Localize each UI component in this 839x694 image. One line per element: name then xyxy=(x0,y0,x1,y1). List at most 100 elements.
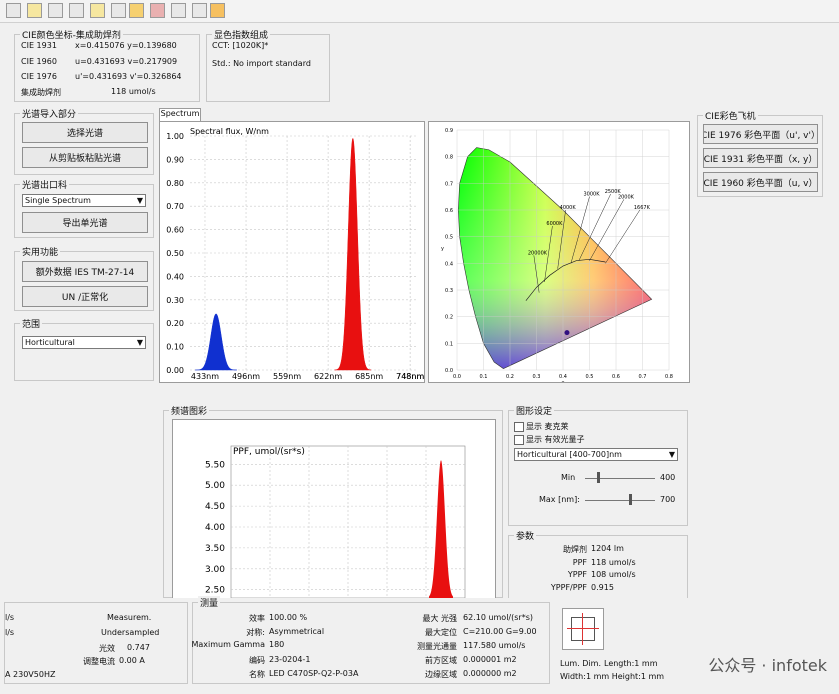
cct-label: 4000K xyxy=(560,205,577,211)
x-tick-label: 0.7 xyxy=(639,374,647,380)
current-label: 调整电流 xyxy=(83,657,115,666)
x-tick-label: 0.2 xyxy=(506,374,514,380)
range-select[interactable]: Horticultural ▼ xyxy=(22,336,146,349)
y-tick-label: 0.50 xyxy=(166,249,184,258)
flux-value: 118 umol/s xyxy=(111,87,156,96)
show-mcree-checkbox[interactable] xyxy=(514,422,524,432)
param-value: 1204 lm xyxy=(591,544,624,553)
max-label: Max [nm]: xyxy=(539,495,580,504)
cct-label: 20000K xyxy=(528,250,548,256)
min-label: Min xyxy=(561,473,576,482)
unit-label: l/s xyxy=(5,613,15,622)
save-icon[interactable] xyxy=(111,3,126,18)
image-icon[interactable] xyxy=(171,3,186,18)
cct-value: CCT: [1020K]* xyxy=(212,41,269,50)
param-label: PPF xyxy=(572,558,587,567)
y-tick-label: 0.00 xyxy=(166,366,184,375)
cie1976-plane-button[interactable]: CIE 1976 彩色平面（u', v'） xyxy=(703,124,818,144)
cie1960-plane-button[interactable]: CIE 1960 彩色平面（u, v） xyxy=(703,172,818,192)
paste-icon[interactable] xyxy=(210,3,225,18)
measure-label: 编码 xyxy=(249,656,265,665)
param-value: 108 umol/s xyxy=(591,570,636,579)
y-tick-label: 5.50 xyxy=(205,460,225,470)
color-index-group: 显色指数组成 CCT: [1020K]* Std.: No import sta… xyxy=(206,28,330,102)
chevron-down-icon: ▼ xyxy=(136,338,143,347)
x-tick-label: 748nm xyxy=(396,372,424,381)
y-tick-label: 0.40 xyxy=(166,272,184,281)
spectrum-peak xyxy=(334,137,372,371)
y-tick-label: 0.60 xyxy=(166,226,184,235)
measure-label: 边缘区域 xyxy=(425,670,457,679)
max-slider-thumb[interactable] xyxy=(629,494,632,505)
chart-icon[interactable] xyxy=(27,3,42,18)
y-tick-label: 2.50 xyxy=(205,586,225,596)
cie1931-plane-button[interactable]: CIE 1931 彩色平面（x, y） xyxy=(703,148,818,168)
cie-chart-svg: 0.0 0.1 0.2 0.3 0.4 0.5 0.6 0.7 0.8 0.0 0.1 0.2 0.3 0… xyxy=(441,128,673,386)
camera-icon[interactable] xyxy=(150,3,165,18)
document-icon[interactable] xyxy=(69,3,84,18)
x-axis-label: x xyxy=(562,380,565,382)
tab-spectrum[interactable]: Spectrum xyxy=(159,108,201,121)
range-title: 范围 xyxy=(20,317,43,330)
chart-title: PPF, umol/(sr*s) xyxy=(233,447,305,457)
x-tick-label: 0.8 xyxy=(665,374,673,380)
unit-label: l/s xyxy=(5,628,15,637)
cie-plane-title: CIE彩色飞机 xyxy=(703,109,758,122)
pf-label: 光效 xyxy=(99,644,115,653)
select-spectrum-button[interactable]: 选择光谱 xyxy=(22,122,148,143)
utility-group: 实用功能 额外数据 IES TM-27-14 UN /正常化 xyxy=(14,245,154,311)
param-label: YPPF xyxy=(567,570,587,579)
chevron-down-icon: ▼ xyxy=(136,196,143,205)
measure-title: 测量 xyxy=(198,596,221,609)
y-tick-label: 0.10 xyxy=(166,343,184,352)
wavelength-range-select[interactable]: Horticultural [400-700]nm ▼ xyxy=(514,448,678,461)
flux-label: 集成助焊剂 xyxy=(21,88,61,97)
measure-value: 62.10 umol/(sr*s) xyxy=(463,613,533,622)
paste-spectrum-button[interactable]: 从剪贴板粘贴光谱 xyxy=(22,147,148,168)
y-tick-label: 0.20 xyxy=(166,319,184,328)
spectrum-export-group: 光谱出口科 Single Spectrum ▼ 导出单光谱 xyxy=(14,178,154,238)
calculator-icon[interactable] xyxy=(192,3,207,18)
y-tick-label: 0.30 xyxy=(166,296,184,305)
y-tick-label: 3.00 xyxy=(205,565,225,575)
export-mode-select[interactable]: Single Spectrum ▼ xyxy=(22,194,146,207)
y-tick-label: 0.2 xyxy=(445,315,453,321)
y-tick-label: 0.90 xyxy=(166,155,184,164)
graph-settings-title: 图形设定 xyxy=(514,404,555,417)
measure-label: Maximum Gamma xyxy=(191,640,265,649)
color-index-title: 显色指数组成 xyxy=(212,28,271,41)
x-tick-label: 0.5 xyxy=(586,374,594,380)
x-tick-label: 0.1 xyxy=(480,374,488,380)
warning-icon[interactable] xyxy=(129,3,144,18)
normalize-button[interactable]: UN /正常化 xyxy=(22,286,148,307)
measure-label: 名称 xyxy=(249,670,265,679)
max-value: 700 xyxy=(660,495,676,504)
edit-icon[interactable] xyxy=(90,3,105,18)
export-spectrum-button[interactable]: 导出单光谱 xyxy=(22,212,148,233)
measure-value: 117.580 umol/s xyxy=(463,641,526,650)
cie1960-label: CIE 1960 xyxy=(21,57,57,66)
params-group: 参数 助焊剂 1204 lm PPF 118 umol/s YPPF 108 u… xyxy=(508,529,688,598)
y-tick-label: 5.00 xyxy=(205,481,225,491)
spectrum-chart-svg: 1.00 0.90 0.80 0.70 0.60 0.50 0.40 0.30 0.20 0.10… xyxy=(166,127,424,381)
cie1976-label: CIE 1976 xyxy=(21,72,57,81)
min-slider[interactable] xyxy=(585,478,655,479)
lum-dim-label: Lum. Dim. xyxy=(560,659,601,668)
pf-value: 0.747 xyxy=(127,643,150,652)
lum-dim-panel: Lum. Dim. Length:1 mm Width:1 mm Height:… xyxy=(556,602,664,682)
open-icon[interactable] xyxy=(6,3,21,18)
voltage-value: A 230V50HZ xyxy=(5,670,56,679)
current-value: 0.00 A xyxy=(119,656,145,665)
range-value: Horticultural xyxy=(25,338,75,347)
cie1931-label: CIE 1931 xyxy=(21,41,57,50)
min-slider-thumb[interactable] xyxy=(597,472,600,483)
table-icon[interactable] xyxy=(48,3,63,18)
x-tick-label: 0.3 xyxy=(533,374,541,380)
show-quantum-checkbox[interactable] xyxy=(514,435,524,445)
cie1976-value: u'=0.431693 v'=0.326864 xyxy=(75,72,182,81)
ies-data-button[interactable]: 额外数据 IES TM-27-14 xyxy=(22,261,148,282)
max-slider[interactable] xyxy=(585,500,655,501)
spectrum-import-group: 光谱导入部分 选择光谱 从剪贴板粘贴光谱 xyxy=(14,107,154,175)
freq-chart-group: 频谱图彩 PPF, umol/(sr*s) 5.50 5.00 4.50 4.00 3.5… xyxy=(163,404,503,599)
cie1960-value: u=0.431693 v=0.217909 xyxy=(75,57,178,66)
